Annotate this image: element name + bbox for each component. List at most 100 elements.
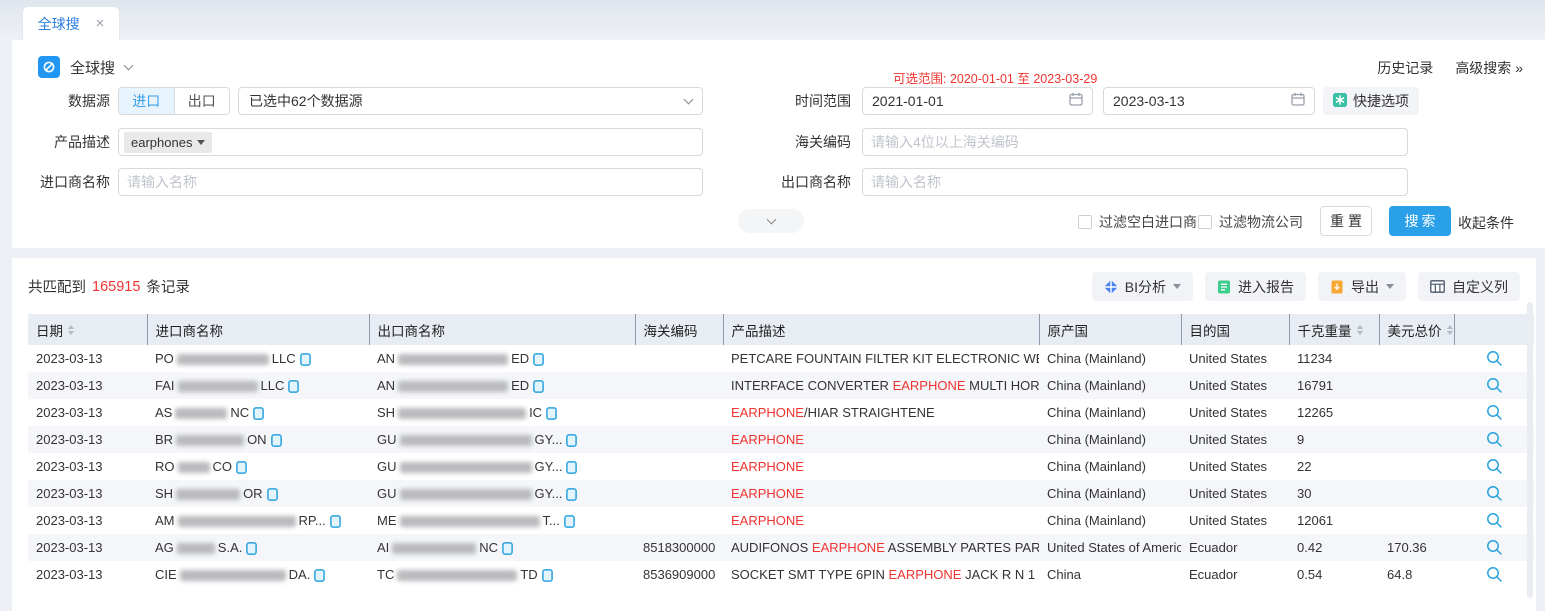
desc-segment: JACK R N 1 SOCKET... bbox=[961, 567, 1039, 582]
contact-card-icon[interactable] bbox=[566, 488, 577, 501]
cell-action[interactable] bbox=[1454, 399, 1534, 426]
importer-name-prefix: SH bbox=[155, 486, 173, 501]
desc-segment: PETCARE FOUNTAIN FILTER KIT ELECTRONIC W… bbox=[731, 351, 1039, 366]
column-header[interactable]: 日期 bbox=[28, 314, 147, 345]
importer-name-label: 进口商名称 bbox=[30, 168, 110, 196]
cell-action[interactable] bbox=[1454, 561, 1534, 588]
contact-card-icon[interactable] bbox=[253, 407, 264, 420]
importer-name-suffix: OR bbox=[243, 486, 263, 501]
dropdown-arrow-icon bbox=[1386, 284, 1394, 289]
enter-report-button[interactable]: 进入报告 bbox=[1205, 272, 1306, 301]
exporter-name-redacted bbox=[400, 435, 532, 446]
contact-card-icon[interactable] bbox=[267, 488, 278, 501]
cell-origin-country: United States of America bbox=[1039, 534, 1181, 561]
contact-card-icon[interactable] bbox=[564, 515, 575, 528]
view-detail-icon[interactable] bbox=[1486, 458, 1503, 475]
cell-product-desc: EARPHONE bbox=[723, 480, 1039, 507]
cell-importer: ROCO bbox=[147, 453, 369, 480]
contact-card-icon[interactable] bbox=[542, 569, 553, 582]
contact-card-icon[interactable] bbox=[566, 434, 577, 447]
table-row: 2023-03-13ASNCSHICEARPHONE/HIAR STRAIGHT… bbox=[28, 399, 1534, 426]
cell-action[interactable] bbox=[1454, 345, 1534, 372]
tab-close-icon[interactable]: × bbox=[96, 15, 105, 32]
vertical-scrollbar[interactable] bbox=[1527, 302, 1533, 598]
cell-importer: BRON bbox=[147, 426, 369, 453]
sort-icon[interactable] bbox=[68, 325, 74, 335]
cell-date: 2023-03-13 bbox=[28, 372, 147, 399]
view-detail-icon[interactable] bbox=[1486, 404, 1503, 421]
exporter-name-suffix: GY... bbox=[535, 459, 563, 474]
view-detail-icon[interactable] bbox=[1486, 512, 1503, 529]
contact-card-icon[interactable] bbox=[271, 434, 282, 447]
view-detail-icon[interactable] bbox=[1486, 539, 1503, 556]
expand-more-button[interactable] bbox=[738, 209, 804, 233]
product-desc-input[interactable]: earphones bbox=[118, 128, 703, 156]
column-header[interactable]: 千克重量 bbox=[1289, 314, 1379, 345]
product-keyword-tag[interactable]: earphones bbox=[124, 132, 212, 153]
export-button[interactable]: 导出 bbox=[1318, 272, 1406, 301]
reset-button[interactable]: 重置 bbox=[1320, 206, 1372, 236]
hs-code-input[interactable] bbox=[862, 128, 1408, 156]
column-header[interactable]: 美元总价 bbox=[1379, 314, 1454, 345]
date-to-input[interactable] bbox=[1113, 93, 1291, 109]
column-header: 产品描述 bbox=[723, 314, 1039, 345]
desc-segment: ASSEMBLY PARTES PARA AVIO... bbox=[885, 540, 1039, 555]
cell-product-desc: INTERFACE CONVERTER EARPHONE MULTI HORN … bbox=[723, 372, 1039, 399]
cell-action[interactable] bbox=[1454, 372, 1534, 399]
cell-destination-country: Ecuador bbox=[1181, 561, 1289, 588]
cell-origin-country: China bbox=[1039, 561, 1181, 588]
results-actions: BI分析 进入报告 导出 自定义列 bbox=[1092, 272, 1520, 301]
contact-card-icon[interactable] bbox=[288, 380, 299, 393]
collapse-conditions-link[interactable]: 收起条件 bbox=[1458, 213, 1514, 233]
contact-card-icon[interactable] bbox=[246, 542, 257, 555]
contact-card-icon[interactable] bbox=[330, 515, 341, 528]
date-from-picker[interactable] bbox=[862, 87, 1093, 115]
sort-icon[interactable] bbox=[1447, 325, 1453, 335]
contact-card-icon[interactable] bbox=[566, 461, 577, 474]
search-button[interactable]: 搜索 bbox=[1389, 206, 1451, 236]
contact-card-icon[interactable] bbox=[533, 380, 544, 393]
contact-card-icon[interactable] bbox=[502, 542, 513, 555]
import-toggle[interactable]: 进口 bbox=[119, 88, 174, 114]
export-toggle[interactable]: 出口 bbox=[174, 88, 230, 114]
exporter-name-input[interactable] bbox=[862, 168, 1408, 196]
view-detail-icon[interactable] bbox=[1486, 350, 1503, 367]
cell-usd-total: 64.8 bbox=[1379, 561, 1454, 588]
cell-hs-code bbox=[635, 480, 723, 507]
cell-action[interactable] bbox=[1454, 453, 1534, 480]
filter-blank-importer-checkbox[interactable] bbox=[1078, 215, 1092, 229]
view-detail-icon[interactable] bbox=[1486, 431, 1503, 448]
filter-blank-importer-option[interactable]: 过滤空白进口商 bbox=[1078, 212, 1197, 232]
date-from-input[interactable] bbox=[872, 93, 1069, 109]
contact-card-icon[interactable] bbox=[533, 353, 544, 366]
cell-action[interactable] bbox=[1454, 507, 1534, 534]
advanced-search-link[interactable]: 高级搜索 » bbox=[1455, 58, 1523, 78]
contact-card-icon[interactable] bbox=[300, 353, 311, 366]
chevron-down-icon[interactable] bbox=[124, 61, 134, 71]
date-to-picker[interactable] bbox=[1103, 87, 1315, 115]
tab-global-search[interactable]: 全球搜 × bbox=[22, 6, 120, 40]
table-header-row: 日期进口商名称出口商名称海关编码产品描述原产国目的国千克重量美元总价 bbox=[28, 314, 1534, 345]
count-prefix: 共匹配到 bbox=[28, 276, 86, 297]
history-link[interactable]: 历史记录 bbox=[1377, 58, 1433, 78]
filter-logistics-option[interactable]: 过滤物流公司 bbox=[1198, 212, 1303, 232]
contact-card-icon[interactable] bbox=[236, 461, 247, 474]
quick-options-button[interactable]: 快捷选项 bbox=[1323, 87, 1419, 115]
contact-card-icon[interactable] bbox=[314, 569, 325, 582]
bi-analysis-button[interactable]: BI分析 bbox=[1092, 272, 1193, 301]
view-detail-icon[interactable] bbox=[1486, 377, 1503, 394]
cell-origin-country: China (Mainland) bbox=[1039, 399, 1181, 426]
cell-product-desc: SOCKET SMT TYPE 6PIN EARPHONE JACK R N 1… bbox=[723, 561, 1039, 588]
importer-name-input[interactable] bbox=[118, 168, 703, 196]
contact-card-icon[interactable] bbox=[546, 407, 557, 420]
cell-action[interactable] bbox=[1454, 426, 1534, 453]
filter-logistics-checkbox[interactable] bbox=[1198, 215, 1212, 229]
view-detail-icon[interactable] bbox=[1486, 485, 1503, 502]
cell-action[interactable] bbox=[1454, 480, 1534, 507]
custom-columns-button[interactable]: 自定义列 bbox=[1418, 272, 1520, 301]
sort-icon[interactable] bbox=[1357, 325, 1363, 335]
column-header-label: 目的国 bbox=[1190, 324, 1231, 339]
cell-action[interactable] bbox=[1454, 534, 1534, 561]
view-detail-icon[interactable] bbox=[1486, 566, 1503, 583]
datasource-select[interactable]: 已选中62个数据源 bbox=[238, 87, 703, 115]
